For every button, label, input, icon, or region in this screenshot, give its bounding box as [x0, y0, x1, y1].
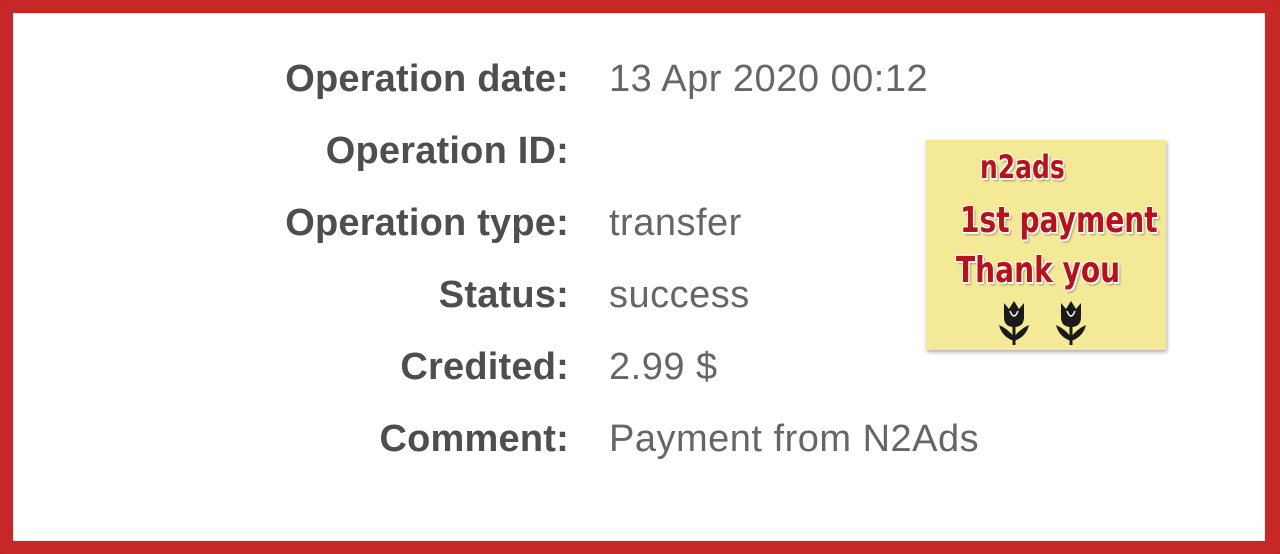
operation-id-label: Operation ID:: [325, 130, 569, 172]
status-label: Status:: [438, 274, 569, 316]
sticker-thanks-text: Thank you: [956, 250, 1121, 291]
comment-value: Payment from N2Ads: [609, 418, 980, 460]
sticker-brand-text: n2ads: [980, 148, 1065, 186]
red-frame: Operation date: 13 Apr 2020 00:12 Operat…: [0, 0, 1280, 554]
operation-type-label: Operation type:: [285, 202, 569, 244]
comment-label: Comment:: [379, 418, 569, 460]
operation-date-value: 13 Apr 2020 00:12: [609, 58, 929, 100]
operation-details-panel: Operation date: 13 Apr 2020 00:12 Operat…: [13, 13, 1265, 541]
operation-date-label: Operation date:: [285, 58, 569, 100]
credited-value: 2.99 $: [609, 346, 718, 388]
tulip-icon: [999, 301, 1029, 345]
thank-you-sticker: n2ads 1st payment Thank you: [926, 140, 1166, 350]
operation-type-value: transfer: [609, 202, 742, 244]
credited-label: Credited:: [400, 346, 569, 388]
status-value: success: [609, 274, 750, 316]
sticker-payment-text: 1st payment: [960, 200, 1158, 241]
tulip-icon: [1056, 301, 1086, 345]
